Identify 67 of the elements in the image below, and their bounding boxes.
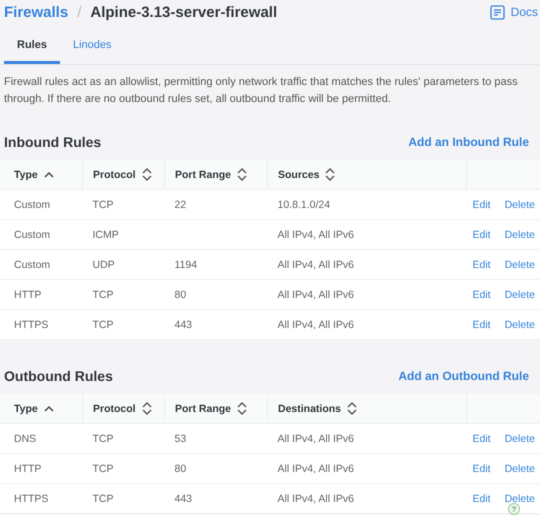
delete-link[interactable]: Delete xyxy=(504,198,535,210)
tab[interactable]: Linodes xyxy=(60,33,125,64)
description-text: Firewall rules act as an allowlist, permitting only network traffic that matches the rules' parameters to pass through. If there are no outbound rules set, all outbound traffic will be permitted. xyxy=(4,75,519,107)
delete-link[interactable]: Delete xyxy=(504,432,535,444)
column-header[interactable]: Port Range xyxy=(164,394,268,424)
table-cell: HTTPS xyxy=(14,492,48,504)
table-cell: HTTP xyxy=(14,288,42,300)
table-cell: All IPv4, All IPv6 xyxy=(278,462,354,474)
delete-link[interactable]: Delete xyxy=(504,462,535,474)
table-cell: UDP xyxy=(92,258,115,270)
delete-link[interactable]: Delete xyxy=(504,288,535,300)
edit-link[interactable]: Edit xyxy=(472,492,491,504)
delete-link[interactable]: Delete xyxy=(504,228,535,240)
page-title: Alpine-3.13-server-firewall xyxy=(90,4,278,20)
docs-link[interactable]: Docs xyxy=(510,5,538,19)
edit-link[interactable]: Edit xyxy=(472,228,491,240)
column-header[interactable]: Sources xyxy=(268,160,466,190)
table-cell: DNS xyxy=(14,432,36,444)
breadcrumb-link[interactable]: Firewalls xyxy=(4,4,68,20)
edit-link[interactable]: Edit xyxy=(472,432,491,444)
edit-link[interactable]: Edit xyxy=(472,462,491,474)
section-title: Outbound Rules xyxy=(4,368,113,384)
column-header[interactable]: Protocol xyxy=(82,394,164,424)
table-cell: 1194 xyxy=(174,258,198,270)
tab[interactable]: Rules xyxy=(4,33,60,64)
table-cell: 10.8.1.0/24 xyxy=(278,198,330,210)
table-cell: TCP xyxy=(92,462,114,474)
table-cell: TCP xyxy=(92,492,114,504)
delete-link[interactable]: Delete xyxy=(504,258,535,270)
section-title: Inbound Rules xyxy=(4,134,102,150)
edit-link[interactable]: Edit xyxy=(472,288,491,300)
table-cell: 80 xyxy=(174,462,186,474)
table-cell: 53 xyxy=(174,432,186,444)
add-rule-link[interactable]: Add an Inbound Rule xyxy=(408,135,529,149)
table-cell: All IPv4, All IPv6 xyxy=(278,432,354,444)
table-cell: 443 xyxy=(174,318,192,330)
delete-link[interactable]: Delete xyxy=(504,318,535,330)
table-cell: All IPv4, All IPv6 xyxy=(278,228,354,240)
table-cell: TCP xyxy=(92,318,114,330)
table-cell: TCP xyxy=(92,198,114,210)
table-cell: All IPv4, All IPv6 xyxy=(278,258,354,270)
column-header[interactable]: Protocol xyxy=(82,160,164,190)
column-header[interactable]: Type xyxy=(0,160,82,190)
breadcrumb-separator: / xyxy=(77,4,82,20)
table-cell: Custom xyxy=(14,198,50,210)
table-cell: All IPv4, All IPv6 xyxy=(278,288,354,300)
column-header[interactable]: Port Range xyxy=(164,160,268,190)
table-cell: HTTP xyxy=(14,462,42,474)
document-icon[interactable] xyxy=(490,4,505,20)
table-cell: 443 xyxy=(174,492,192,504)
column-header[interactable]: Destinations xyxy=(268,394,466,424)
add-rule-link[interactable]: Add an Outbound Rule xyxy=(398,369,529,383)
edit-link[interactable]: Edit xyxy=(472,198,491,210)
column-header[interactable]: Type xyxy=(0,394,82,424)
edit-link[interactable]: Edit xyxy=(472,258,491,270)
table-cell: 22 xyxy=(174,198,186,210)
table-cell: TCP xyxy=(92,432,114,444)
table-cell: Custom xyxy=(14,258,50,270)
edit-link[interactable]: Edit xyxy=(472,318,491,330)
table-cell: TCP xyxy=(92,288,114,300)
table-cell: All IPv4, All IPv6 xyxy=(278,492,354,504)
table-cell: 80 xyxy=(174,288,186,300)
table-cell: Custom xyxy=(14,228,50,240)
table-cell: HTTPS xyxy=(14,318,48,330)
delete-link[interactable]: Delete xyxy=(504,492,535,504)
table-cell: ICMP xyxy=(92,228,119,240)
table-cell: All IPv4, All IPv6 xyxy=(278,318,354,330)
